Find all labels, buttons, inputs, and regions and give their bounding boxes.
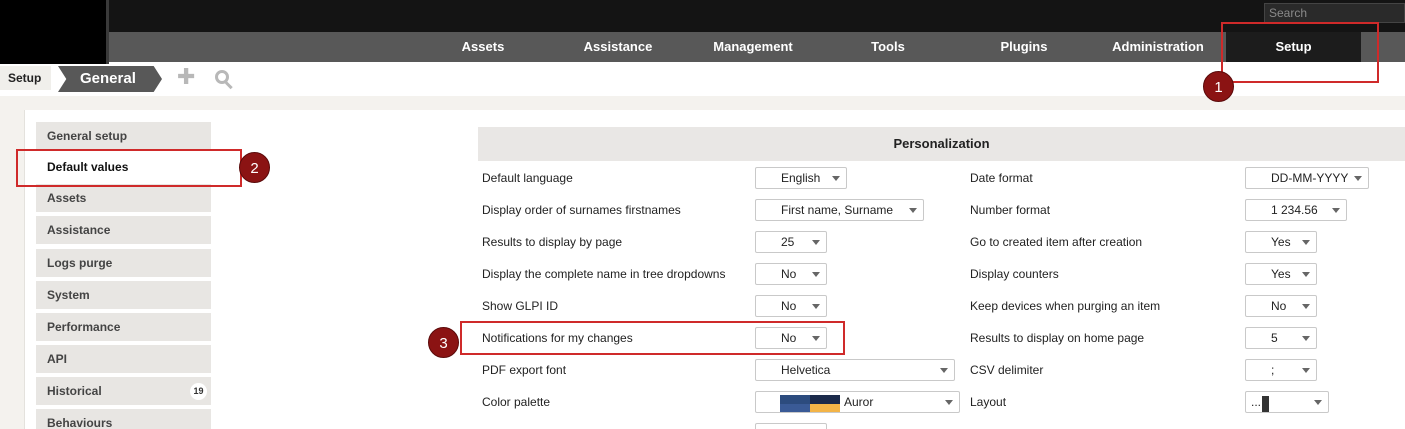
field-label: PDF export font [482, 363, 567, 377]
field-label: Layout [970, 395, 1007, 409]
select-value: English [781, 171, 821, 185]
chevron-down-icon [1314, 400, 1322, 405]
chevron-down-icon [1302, 304, 1310, 309]
select-value: No [781, 267, 797, 281]
global-search-input[interactable] [1264, 3, 1405, 23]
nav-administration[interactable]: Administration [1096, 32, 1220, 62]
palette-swatch [780, 403, 810, 412]
field-label: Display the complete name in tree dropdo… [482, 267, 726, 281]
results-home-page-select[interactable]: 5 [1245, 327, 1317, 349]
pdf-font-select[interactable]: Helvetica [755, 359, 955, 381]
layout-select[interactable]: ... [1245, 391, 1329, 413]
tab-general-setup[interactable]: General setup [36, 122, 211, 150]
callout-marker-1: 1 [1203, 71, 1234, 102]
top-bar [0, 0, 1405, 32]
palette-swatch [810, 403, 840, 412]
select-value: ... [1251, 395, 1262, 409]
tab-performance[interactable]: Performance [36, 313, 211, 341]
keep-devices-select[interactable]: No [1245, 295, 1317, 317]
select-value: Helvetica [781, 363, 831, 377]
breadcrumb-bar [0, 62, 1405, 96]
palette-preview [780, 395, 840, 412]
chevron-down-icon [832, 176, 840, 181]
section-title: Personalization [478, 127, 1405, 161]
select-value: 1 234.56 [1271, 203, 1318, 217]
nav-assistance[interactable]: Assistance [563, 32, 673, 62]
chevron-down-icon [909, 208, 917, 213]
next-field-select[interactable] [755, 423, 827, 429]
layout-preview [1262, 396, 1269, 412]
chevron-down-icon [1302, 272, 1310, 277]
select-value: Auror [844, 395, 874, 409]
tab-system[interactable]: System [36, 281, 211, 309]
complete-name-tree-select[interactable]: No [755, 263, 827, 285]
breadcrumb-current[interactable]: General [58, 66, 162, 92]
field-label: Color palette [482, 395, 551, 409]
callout-marker-3: 3 [428, 327, 459, 358]
main-nav: Assets Assistance Management Tools Plugi… [0, 32, 1405, 62]
select-value: Yes [1271, 235, 1291, 249]
field-label: Go to created item after creation [970, 235, 1143, 249]
nav-tools[interactable]: Tools [846, 32, 930, 62]
field-label: CSV delimiter [970, 363, 1044, 377]
breadcrumb-root[interactable]: Setup [0, 66, 52, 90]
nav-management[interactable]: Management [695, 32, 811, 62]
chevron-down-icon [1332, 208, 1340, 213]
chevron-down-icon [812, 272, 820, 277]
nav-plugins[interactable]: Plugins [980, 32, 1068, 62]
name-order-select[interactable]: First name, Surname [755, 199, 924, 221]
chevron-down-icon [1302, 240, 1310, 245]
chevron-down-icon [1354, 176, 1362, 181]
select-value: No [1271, 299, 1287, 313]
callout-highlight-setup [1221, 22, 1379, 83]
tab-api[interactable]: API [36, 345, 211, 373]
tab-historical[interactable]: Historical 19 [36, 377, 211, 405]
callout-highlight-default-values [16, 149, 242, 187]
nav-assets[interactable]: Assets [441, 32, 525, 62]
chevron-down-icon [945, 400, 953, 405]
tab-behaviours[interactable]: Behaviours [36, 409, 211, 429]
show-glpi-id-select[interactable]: No [755, 295, 827, 317]
tab-historical-label: Historical [47, 384, 102, 398]
field-label: Results to display by page [482, 235, 623, 249]
callout-marker-2: 2 [239, 152, 270, 183]
field-label: Display order of surnames firstnames [482, 203, 681, 217]
logo-separator [106, 0, 109, 64]
chevron-down-icon [1302, 336, 1310, 341]
default-language-select[interactable]: English [755, 167, 847, 189]
chevron-down-icon [940, 368, 948, 373]
select-value: First name, Surname [781, 203, 894, 217]
tab-logs-purge[interactable]: Logs purge [36, 249, 211, 277]
select-value: 5 [1271, 331, 1278, 345]
field-label: Keep devices when purging an item [970, 299, 1161, 313]
select-value: No [781, 299, 797, 313]
plus-icon[interactable]: ✚ [177, 66, 195, 88]
csv-delimiter-select[interactable]: ; [1245, 359, 1317, 381]
date-format-select[interactable]: DD-MM-YYYY [1245, 167, 1369, 189]
field-label: Results to display on home page [970, 331, 1145, 345]
field-label: Number format [970, 203, 1051, 217]
select-value: ; [1271, 363, 1275, 377]
field-label: Show GLPI ID [482, 299, 559, 313]
app-logo[interactable] [0, 0, 106, 64]
go-to-created-select[interactable]: Yes [1245, 231, 1317, 253]
palette-swatch [810, 395, 840, 404]
display-counters-select[interactable]: Yes [1245, 263, 1317, 285]
results-per-page-select[interactable]: 25 [755, 231, 827, 253]
field-label: Date format [970, 171, 1033, 185]
field-label: Display counters [970, 267, 1059, 281]
number-format-select[interactable]: 1 234.56 [1245, 199, 1347, 221]
select-value: DD-MM-YYYY [1271, 171, 1349, 185]
chevron-down-icon [812, 240, 820, 245]
field-label: Default language [482, 171, 573, 185]
select-value: Yes [1271, 267, 1291, 281]
count-badge: 19 [190, 383, 207, 400]
tab-assets[interactable]: Assets [36, 184, 211, 212]
chevron-down-icon [1302, 368, 1310, 373]
select-value: 25 [781, 235, 795, 249]
callout-highlight-notifications [460, 321, 845, 355]
chevron-down-icon [812, 304, 820, 309]
tab-assistance[interactable]: Assistance [36, 216, 211, 244]
palette-swatch [780, 395, 810, 404]
